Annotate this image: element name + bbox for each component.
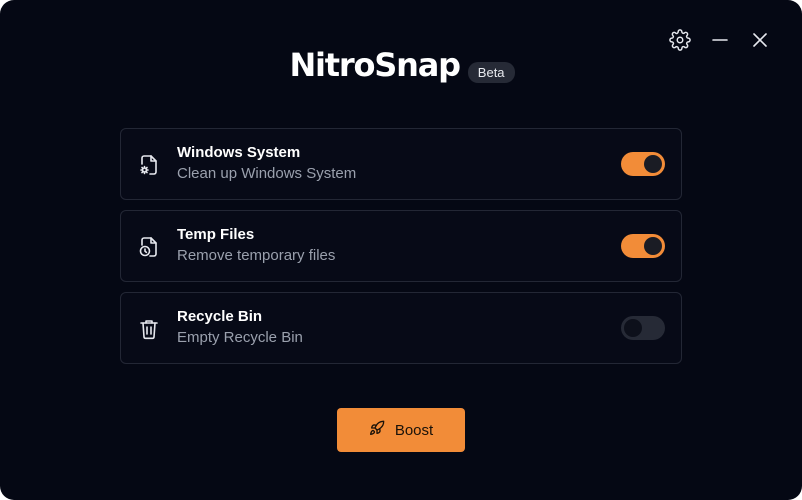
boost-label: Boost [394, 421, 434, 439]
toggle-knob [644, 237, 662, 255]
option-card-recycle-bin: Recycle Bin Empty Recycle Bin [120, 292, 682, 364]
option-subtitle: Empty Recycle Bin [177, 329, 303, 346]
option-subtitle: Clean up Windows System [177, 165, 357, 182]
temp-files-toggle[interactable] [621, 234, 665, 258]
option-card-temp-files: Temp Files Remove temporary files [120, 210, 682, 282]
trash-icon [137, 317, 161, 341]
option-title: Recycle Bin [177, 308, 263, 325]
option-card-windows-system: Windows System Clean up Windows System [120, 128, 682, 200]
recycle-bin-toggle[interactable] [621, 316, 665, 340]
rocket-icon [369, 420, 385, 440]
beta-badge: Beta [467, 61, 515, 83]
toggle-knob [624, 319, 642, 337]
app-window: NitroSnap Beta Windows System Clean up W… [0, 0, 802, 500]
brand-header: NitroSnap Beta [0, 46, 802, 84]
file-clock-icon [137, 235, 161, 259]
toggle-knob [644, 155, 662, 173]
file-gear-icon [137, 153, 161, 177]
app-title: NitroSnap [289, 46, 461, 84]
brand-row: NitroSnap Beta [289, 46, 515, 84]
options-list: Windows System Clean up Windows System T… [120, 128, 682, 374]
option-title: Temp Files [177, 226, 255, 243]
option-title: Windows System [177, 144, 301, 161]
option-subtitle: Remove temporary files [177, 247, 336, 264]
windows-system-toggle[interactable] [621, 152, 665, 176]
boost-button[interactable]: Boost [337, 408, 465, 452]
